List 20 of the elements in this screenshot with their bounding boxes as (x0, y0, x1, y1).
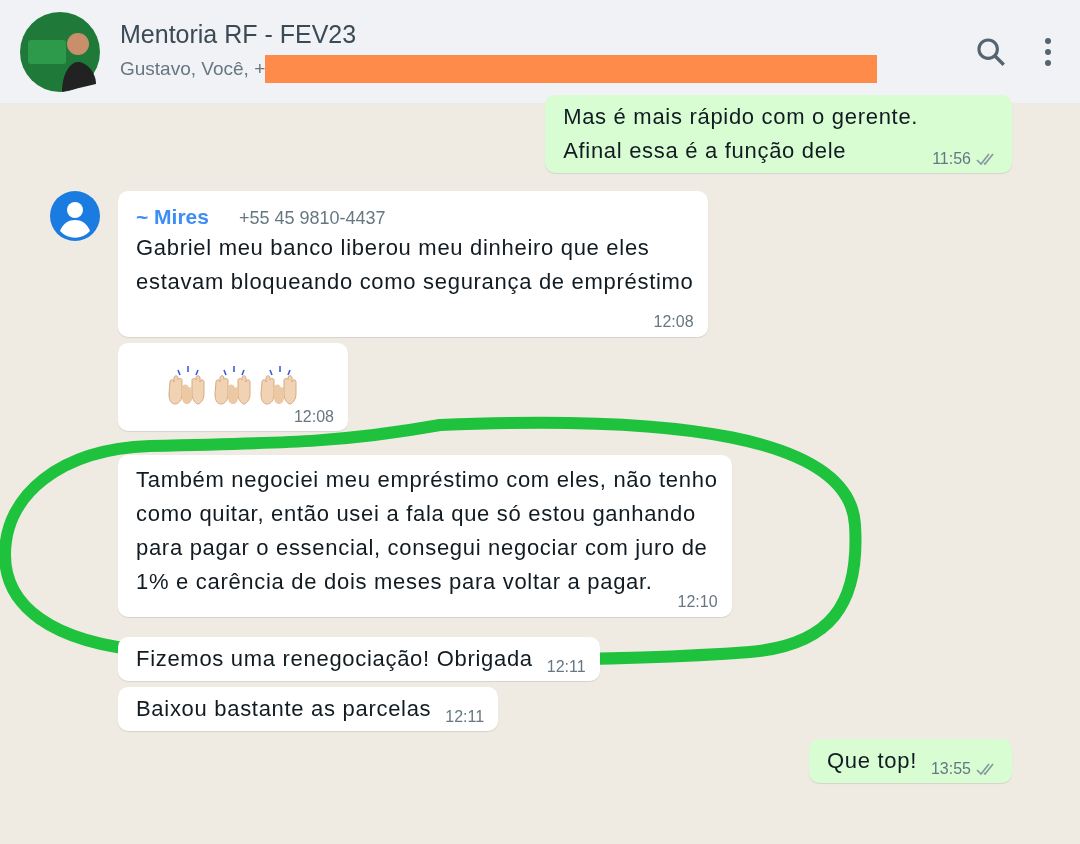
message-text: Também negociei meu empréstimo com eles, não tenho como quitar, então usei a fala que só estou ganhando para pagar o essencial, consegui negociar com juro de 1% e carência de dois meses para voltar a pagar. (136, 466, 718, 595)
message-text: Que top! (826, 747, 917, 775)
message-text: Baixou bastante as parcelas (136, 695, 432, 723)
message-time: 13:55 (930, 760, 971, 778)
sender-phone: +55 45 9810-4437 (238, 208, 386, 229)
user-avatar[interactable] (50, 191, 100, 241)
chat-title: Mentoria RF - FEV23 (120, 20, 358, 49)
message-time: 12:11 (445, 708, 485, 726)
group-avatar[interactable] (20, 11, 100, 92)
message-text: Gabriel meu banco liberou meu dinheiro que eles estavam bloqueando como segurança de empréstimo (136, 234, 694, 296)
message-text: Mas é mais rápido com o gerente. Afinal essa é a função dele (563, 103, 919, 165)
message-time: 12:11 (546, 658, 586, 676)
message-text: Fizemos uma renegociação! Obrigada (136, 645, 533, 673)
message-time: 12:08 (293, 408, 334, 426)
more-icon (1044, 36, 1052, 67)
message-time: 12:08 (653, 313, 694, 331)
participants-text: Gustavo, Você, + (120, 58, 266, 80)
message-time: 11:56 (932, 150, 971, 168)
sender-name: ~ Mires (136, 205, 209, 229)
message-time: 12:10 (677, 593, 718, 611)
